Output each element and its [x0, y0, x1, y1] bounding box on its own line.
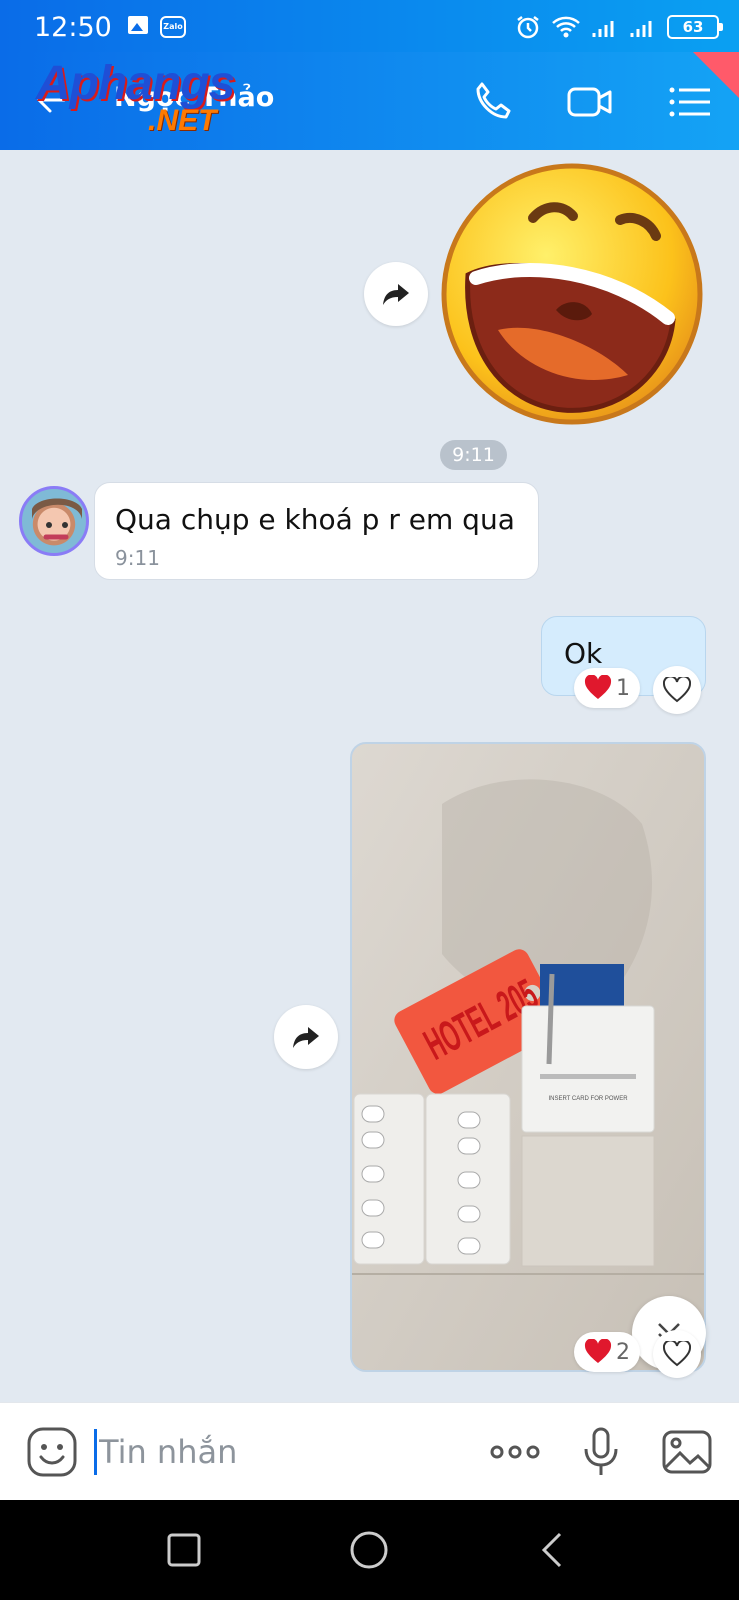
- text-cursor: [94, 1429, 97, 1475]
- heart-outline-icon: [663, 1341, 691, 1367]
- status-time: 12:50: [34, 12, 112, 43]
- photo-reaction-summary[interactable]: 2: [574, 1332, 640, 1372]
- photo-content: HOTEL 205 INSERT CARD FOR POWER: [352, 744, 704, 1370]
- wifi-icon: [552, 16, 580, 38]
- status-bar: 12:50 Zalo 63: [0, 0, 739, 52]
- photo-reaction-count: 2: [616, 1339, 630, 1365]
- reaction-summary[interactable]: 1: [574, 668, 640, 708]
- outgoing-message-text: Ok: [564, 637, 603, 670]
- forward-button[interactable]: [364, 262, 428, 326]
- zalo-notification-icon: Zalo: [160, 16, 186, 38]
- message-composer: [0, 1402, 739, 1500]
- forward-arrow-icon: [383, 284, 409, 305]
- nav-back-icon[interactable]: [534, 1530, 574, 1570]
- watermark-main: Aphangs: [36, 57, 235, 110]
- incoming-message-text: Qua chụp e khoá p r em qua: [115, 503, 515, 536]
- laughing-sticker[interactable]: [438, 160, 706, 428]
- system-nav-bar: [0, 1500, 739, 1600]
- heart-outline-icon: [663, 677, 691, 703]
- image-gallery-icon[interactable]: [660, 1425, 714, 1479]
- message-list[interactable]: 9:11 Qua chụp e khoá p r em qua 9:11 Ok …: [0, 150, 739, 1402]
- corner-badge: [693, 52, 739, 98]
- gallery-notification-icon: [128, 16, 148, 34]
- photo-message[interactable]: HOTEL 205 INSERT CARD FOR POWER: [350, 742, 706, 1372]
- home-icon[interactable]: [349, 1530, 389, 1570]
- photo-react-heart-button[interactable]: [653, 1330, 701, 1378]
- red-heart-icon: [584, 1339, 612, 1363]
- contact-avatar[interactable]: [19, 486, 89, 556]
- forward-arrow-icon: [293, 1027, 319, 1048]
- recent-apps-icon[interactable]: [164, 1530, 204, 1570]
- microphone-icon[interactable]: [574, 1425, 628, 1479]
- message-input[interactable]: [99, 1425, 459, 1479]
- reaction-count: 1: [616, 675, 630, 701]
- chat-header: Ngọc Thảo Aphangs .NET: [0, 52, 739, 150]
- watermark-logo: Aphangs .NET: [36, 56, 235, 137]
- red-heart-icon: [584, 675, 612, 699]
- video-call-icon[interactable]: [566, 78, 614, 126]
- emoji-sticker-icon[interactable]: [25, 1425, 79, 1479]
- battery-icon: 63: [667, 15, 723, 39]
- alarm-icon: [517, 16, 539, 39]
- photo-card-text: INSERT CARD FOR POWER: [548, 1096, 628, 1102]
- more-options-icon[interactable]: [488, 1425, 542, 1479]
- avatar-face-icon: [32, 498, 82, 540]
- watermark-sub: .NET: [148, 104, 217, 137]
- forward-button-photo[interactable]: [274, 1005, 338, 1069]
- incoming-message-bubble[interactable]: Qua chụp e khoá p r em qua 9:11: [94, 482, 539, 580]
- signal-icon: [592, 21, 614, 37]
- incoming-message-time: 9:11: [115, 546, 160, 570]
- react-heart-button[interactable]: [653, 666, 701, 714]
- signal-icon-2: [630, 21, 652, 37]
- phone-call-icon[interactable]: [468, 78, 516, 126]
- message-time-pill: 9:11: [440, 440, 507, 470]
